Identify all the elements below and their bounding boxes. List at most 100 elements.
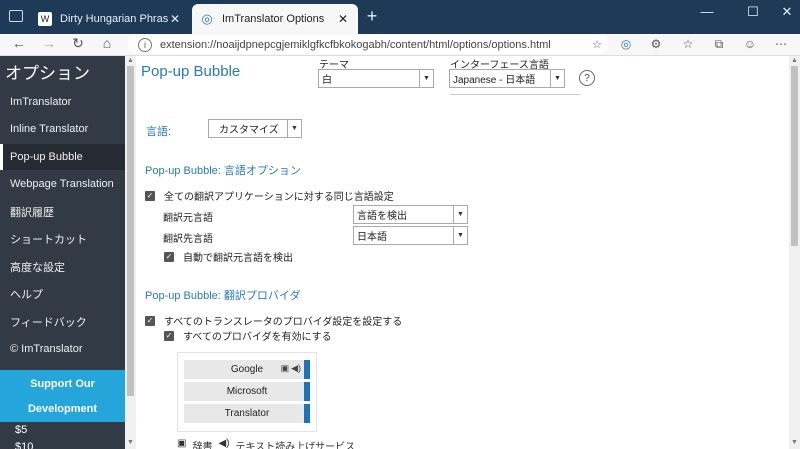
scroll-up-arrow[interactable]: ▲ <box>789 57 800 64</box>
chevron-down-icon: ▼ <box>453 206 467 223</box>
checkbox-checked-icon: ✓ <box>164 251 174 262</box>
sidebar-scrollbar[interactable]: ▲ ▼ <box>125 56 136 449</box>
tts-legend: テキスト読み上げサービス <box>235 442 356 449</box>
support-line-1: Support Our <box>30 378 95 390</box>
provider-enabled-indicator[interactable] <box>304 404 310 423</box>
tab-imtranslator-options[interactable]: ◎ ImTranslator Options ✕ <box>192 4 358 34</box>
address-bar[interactable]: i extension://noaijdpnepcgjemiklgfkcfbko… <box>128 35 608 54</box>
section-language-options: Pop-up Bubble: 言語オプション <box>145 165 301 177</box>
sidebar-item-advanced[interactable]: 高度な設定 <box>0 254 125 280</box>
scroll-down-arrow[interactable]: ▼ <box>789 439 800 446</box>
sidebar-item-shortcuts[interactable]: ショートカット <box>0 226 125 252</box>
dictionary-legend: 辞書 <box>192 442 213 449</box>
close-tab-icon[interactable]: ✕ <box>336 12 350 26</box>
auto-detect-checkbox[interactable]: ✓ 自動で翻訳元言語を検出 <box>164 249 293 264</box>
new-tab-button[interactable]: + <box>362 6 382 27</box>
same-language-setting-checkbox[interactable]: ✓ 全ての翻訳アプリケーションに対する同じ言語設定 <box>145 188 394 203</box>
donate-amount-10[interactable]: $10 <box>15 441 33 449</box>
sidebar-item-webpage-translation[interactable]: Webpage Translation <box>0 171 125 197</box>
maximize-button[interactable]: ☐ <box>741 4 765 20</box>
sidebar-item-feedback[interactable]: フィードバック <box>0 309 125 335</box>
help-icon[interactable]: ? <box>579 70 595 86</box>
home-button[interactable]: ⌂ <box>97 35 117 51</box>
auto-detect-label: 自動で翻訳元言語を検出 <box>183 253 293 264</box>
enable-all-providers-checkbox[interactable]: ✓ すべてのプロバイダを有効にする <box>164 328 332 343</box>
language-label: 言語: <box>146 126 172 138</box>
dictionary-icon: ▣ <box>177 438 187 449</box>
sidebar: オプション ImTranslator Inline Translator Pop… <box>0 56 125 449</box>
url-text: extension://noaijdpnepcgjemiklgfkcfbkoko… <box>160 38 551 51</box>
collections-icon[interactable]: ⧉ <box>710 37 728 53</box>
section-translation-providers: Pop-up Bubble: 翻訳プロバイダ <box>145 290 301 302</box>
chevron-down-icon: ▼ <box>419 70 433 87</box>
sidebar-item-imtranslator[interactable]: ImTranslator <box>0 89 125 115</box>
interface-language-select[interactable]: Japanese - 日本語 ▼ <box>449 69 565 88</box>
scroll-up-arrow[interactable]: ▲ <box>125 57 136 64</box>
favorite-add-icon[interactable]: ☆ <box>592 38 608 51</box>
provider-google[interactable]: Google ▣ ◀) <box>184 360 310 379</box>
support-button[interactable]: Support Our Development <box>0 370 125 422</box>
theme-select[interactable]: 白 ▼ <box>318 69 434 88</box>
provider-enabled-indicator[interactable] <box>304 360 310 379</box>
provider-name: Google <box>230 364 264 375</box>
imtranslator-icon: ◎ <box>201 11 213 26</box>
tab-bar: W Dirty Hungarian Phrasebook - W ✕ ◎ ImT… <box>0 0 800 34</box>
dictionary-icon: ▣ <box>280 363 290 373</box>
language-mode-value: カスタマイズ <box>219 125 279 136</box>
speaker-icon: ◀) <box>218 438 230 449</box>
tab-actions-icon[interactable] <box>9 10 23 22</box>
scroll-down-arrow[interactable]: ▼ <box>125 439 136 446</box>
scrollbar-thumb[interactable] <box>127 66 134 396</box>
page-title: Pop-up Bubble <box>141 63 241 80</box>
sidebar-item-inline-translator[interactable]: Inline Translator <box>0 116 125 142</box>
same-language-setting-label: 全ての翻訳アプリケーションに対する同じ言語設定 <box>164 192 394 203</box>
back-button[interactable]: ← <box>9 35 29 51</box>
language-mode-select[interactable]: カスタマイズ ▼ <box>208 119 302 138</box>
tab-phrasebook[interactable]: W Dirty Hungarian Phrasebook - W ✕ <box>30 4 190 34</box>
provider-name: Microsoft <box>226 386 268 397</box>
imtranslator-extension-icon[interactable]: ◎ <box>617 37 635 53</box>
source-language-select[interactable]: 言語を検出 ▼ <box>353 205 468 224</box>
target-language-select[interactable]: 日本語 ▼ <box>353 226 468 245</box>
provider-enabled-indicator[interactable] <box>304 382 310 401</box>
divider <box>450 94 580 95</box>
more-options-icon[interactable]: ⋯ <box>772 37 790 53</box>
support-line-2: Development <box>27 403 98 415</box>
provider-legend: ▣ 辞書 ◀) テキスト読み上げサービス <box>177 438 355 449</box>
provider-name: Translator <box>224 408 270 419</box>
scrollbar-thumb[interactable] <box>791 66 798 246</box>
sidebar-title: オプション <box>5 64 90 83</box>
provider-microsoft[interactable]: Microsoft <box>184 382 310 401</box>
enable-all-providers-label: すべてのプロバイダを有効にする <box>183 332 332 343</box>
set-all-providers-label: すべてのトランスレータのプロバイダ設定を設定する <box>164 317 403 328</box>
favorites-icon[interactable]: ☆ <box>679 37 697 53</box>
provider-translator[interactable]: Translator <box>184 404 310 423</box>
close-window-button[interactable]: ✕ <box>775 4 799 20</box>
page-scrollbar[interactable]: ▲ ▼ <box>789 56 800 449</box>
wikipedia-icon: W <box>38 12 52 26</box>
checkbox-checked-icon: ✓ <box>145 315 155 326</box>
set-all-providers-checkbox[interactable]: ✓ すべてのトランスレータのプロバイダ設定を設定する <box>145 313 402 328</box>
tab-label: Dirty Hungarian Phrasebook - W <box>60 13 168 25</box>
chevron-down-icon: ▼ <box>287 120 301 137</box>
sidebar-item-about[interactable]: © ImTranslator <box>0 336 125 362</box>
close-tab-icon[interactable]: ✕ <box>168 12 182 26</box>
reload-button[interactable]: ↻ <box>68 35 88 52</box>
extensions-icon[interactable]: ⚙ <box>647 37 665 53</box>
forward-button[interactable]: → <box>39 35 59 51</box>
minimize-button[interactable]: — <box>695 4 719 19</box>
sidebar-item-help[interactable]: ヘルプ <box>0 281 125 307</box>
checkbox-checked-icon: ✓ <box>164 330 174 341</box>
source-language-value: 言語を検出 <box>357 211 407 222</box>
profile-icon[interactable]: ☺ <box>741 37 759 53</box>
speaker-icon: ◀) <box>291 363 301 373</box>
checkbox-checked-icon: ✓ <box>145 190 155 201</box>
sidebar-item-history[interactable]: 翻訳履歴 <box>0 199 125 225</box>
toolbar: ← → ↻ ⌂ i extension://noaijdpnepcgjemikl… <box>0 34 800 56</box>
provider-list: Google ▣ ◀) Microsoft Translator <box>177 352 317 432</box>
donate-amount-5[interactable]: $5 <box>15 424 27 436</box>
sidebar-item-popup-bubble[interactable]: Pop-up Bubble <box>0 144 125 170</box>
target-language-value: 日本語 <box>357 232 387 243</box>
site-info-icon[interactable]: i <box>138 37 152 52</box>
tab-label: ImTranslator Options <box>222 13 325 25</box>
